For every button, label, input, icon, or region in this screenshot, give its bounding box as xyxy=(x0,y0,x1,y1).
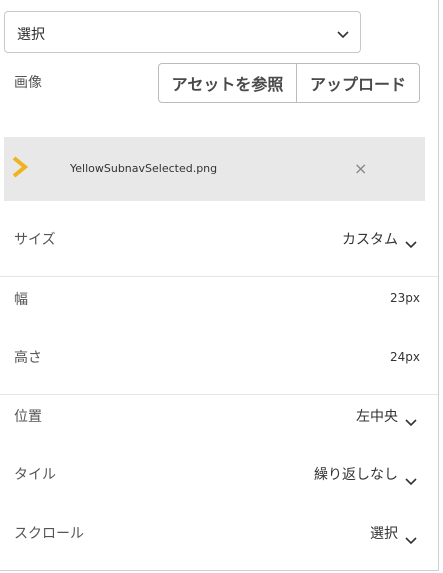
image-label: 画像 xyxy=(14,75,42,91)
chevron-right-icon xyxy=(10,155,30,183)
size-label: サイズ xyxy=(14,232,56,248)
top-select[interactable]: 選択 xyxy=(4,11,361,53)
position-label: 位置 xyxy=(14,409,42,425)
position-value: 左中央 xyxy=(356,409,398,425)
upload-button[interactable]: アップロード xyxy=(296,63,420,103)
width-value[interactable]: 23px xyxy=(390,291,420,305)
scroll-value: 選択 xyxy=(370,526,398,542)
width-label: 幅 xyxy=(14,292,28,308)
divider xyxy=(0,276,438,277)
tile-label: タイル xyxy=(14,467,56,483)
height-label: 高さ xyxy=(14,350,42,366)
close-icon[interactable]: × xyxy=(354,159,367,178)
selected-asset-row: YellowSubnavSelected.png × xyxy=(4,137,425,201)
chevron-down-icon xyxy=(405,537,419,547)
top-select-value: 選択 xyxy=(17,27,45,43)
chevron-down-icon xyxy=(336,30,350,40)
scroll-label: スクロール xyxy=(14,526,84,542)
chevron-down-icon xyxy=(405,241,419,251)
divider xyxy=(0,394,438,395)
tile-value: 繰り返しなし xyxy=(314,467,398,483)
asset-filename: YellowSubnavSelected.png xyxy=(70,162,218,175)
chevron-down-icon xyxy=(405,419,419,429)
browse-asset-button[interactable]: アセットを参照 xyxy=(158,63,297,103)
chevron-down-icon xyxy=(405,478,419,488)
size-value: カスタム xyxy=(342,232,398,248)
height-value[interactable]: 24px xyxy=(390,350,420,364)
properties-panel: 選択 画像 アセットを参照 アップロード YellowSubnavSelecte… xyxy=(0,0,439,571)
